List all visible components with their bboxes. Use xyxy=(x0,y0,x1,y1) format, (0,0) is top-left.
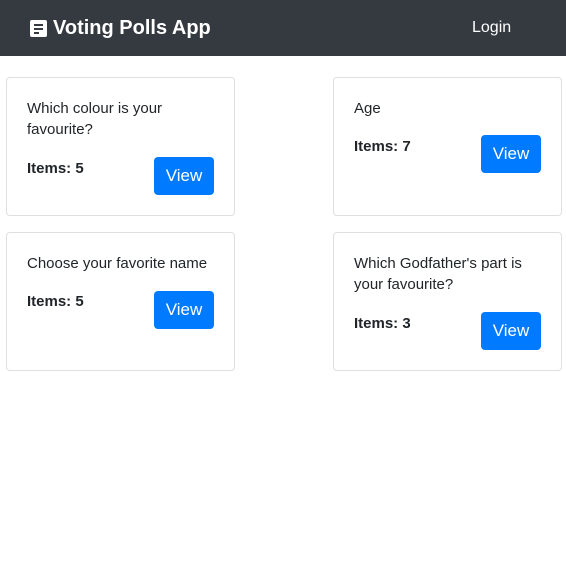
app-title: Voting Polls App xyxy=(53,16,211,39)
poll-items-count: Items: 5 xyxy=(27,160,84,177)
poll-question: Which colour is your favourite? xyxy=(27,100,163,138)
poll-question: Which Godfather's part is your favourite… xyxy=(354,255,522,293)
poll-card: Which Godfather's part is your favourite… xyxy=(333,232,562,371)
navbar: Voting Polls App Login xyxy=(0,0,566,56)
poll-items-count: Items: 3 xyxy=(354,315,411,332)
app-brand[interactable]: Voting Polls App xyxy=(30,0,211,56)
poll-question: Choose your favorite name xyxy=(27,255,208,272)
poll-icon xyxy=(30,19,47,37)
poll-question: Age xyxy=(354,100,381,117)
view-poll-button[interactable]: View xyxy=(154,291,214,329)
poll-items-count: Items: 5 xyxy=(27,293,84,310)
poll-card: Which colour is your favourite? Items: 5… xyxy=(6,77,235,216)
poll-items-count: Items: 7 xyxy=(354,138,411,155)
login-link[interactable]: Login xyxy=(472,0,511,56)
view-poll-button[interactable]: View xyxy=(481,135,541,173)
poll-card: Choose your favorite name Items: 5 View xyxy=(6,232,235,371)
view-poll-button[interactable]: View xyxy=(154,157,214,195)
view-poll-button[interactable]: View xyxy=(481,312,541,350)
poll-card: Age Items: 7 View xyxy=(333,77,562,216)
